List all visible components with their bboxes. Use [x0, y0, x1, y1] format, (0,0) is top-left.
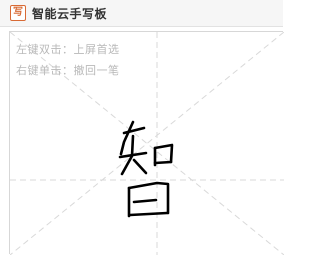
stroke-8 [153, 160, 173, 165]
stroke-12 [128, 211, 169, 217]
stroke-5 [132, 158, 148, 175]
handwriting-pad-window: 写 智能云手写板 左键双击：上屏首选 右键单击：撤回一笔 [0, 0, 284, 255]
stroke-10 [127, 181, 170, 215]
handwriting-pad-icon: 写 [10, 5, 26, 21]
handwriting-canvas[interactable]: 左键双击：上屏首选 右键单击：撤回一笔 [9, 31, 284, 255]
stroke-11 [132, 198, 158, 204]
window-title: 智能云手写板 [32, 6, 108, 21]
title-bar[interactable]: 写 智能云手写板 [0, 0, 283, 27]
stroke-2 [122, 126, 146, 135]
handwritten-character [118, 120, 174, 218]
stroke-7 [153, 143, 174, 164]
